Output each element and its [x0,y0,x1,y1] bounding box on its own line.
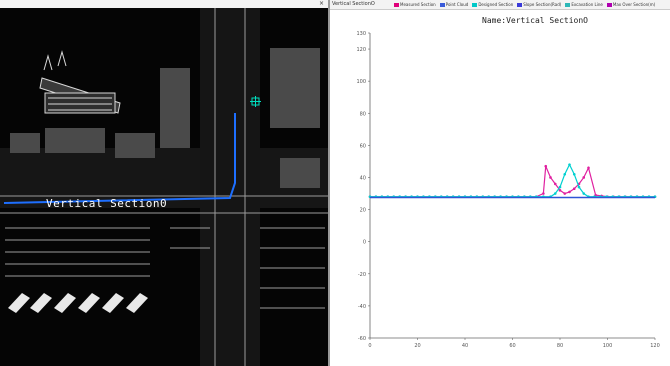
data-point [553,192,557,195]
data-point [572,187,576,191]
y-tick-label: 0 [363,240,366,246]
data-point [587,166,590,170]
section-label: Vertical Section0 [46,197,168,210]
data-point [568,163,571,166]
y-tick-label: 100 [356,79,366,85]
point-cloud-view[interactable]: × Vertical Section0 [0,0,328,366]
series-line [370,163,655,198]
x-tick-label: 100 [603,343,613,349]
data-point [582,176,586,179]
series-line [370,166,655,198]
y-tick-label: 60 [360,143,366,149]
data-point [582,192,586,195]
data-point [553,182,557,186]
section-plot[interactable]: -60 -40 -20 0 20 40 60 80 100 120 130 0 20 40 60 80 100 1… [330,0,670,366]
data-point [577,185,581,189]
x-tick-label: 60 [509,343,515,349]
data-point [544,164,548,168]
data-point [563,172,567,176]
x-tick-label: 80 [557,343,563,349]
marker-icon [250,96,261,107]
y-tick-label: 40 [360,175,366,181]
data-point [549,176,552,179]
x-tick-label: 40 [462,343,468,349]
y-tick-label: -40 [358,304,366,310]
y-tick-label: 120 [356,47,366,53]
x-tick-label: 0 [368,343,371,349]
y-tick-label: -60 [358,336,366,342]
data-point [572,172,576,176]
y-tick-label: 20 [360,208,366,214]
close-icon[interactable]: × [319,0,324,8]
x-tick-label: 20 [414,343,420,349]
data-point [568,190,571,194]
data-point [563,192,567,195]
data-point [558,185,562,189]
y-tick-label: -20 [358,272,366,278]
data-point [542,192,545,195]
section-chart-window: Vertical SectionO Measured Section Point … [330,0,670,366]
y-tick-label: 80 [360,111,366,117]
y-tick-label: 130 [356,31,366,37]
point-cloud-canvas[interactable] [0,8,328,366]
data-point [558,189,562,192]
x-tick-label: 120 [650,343,660,349]
